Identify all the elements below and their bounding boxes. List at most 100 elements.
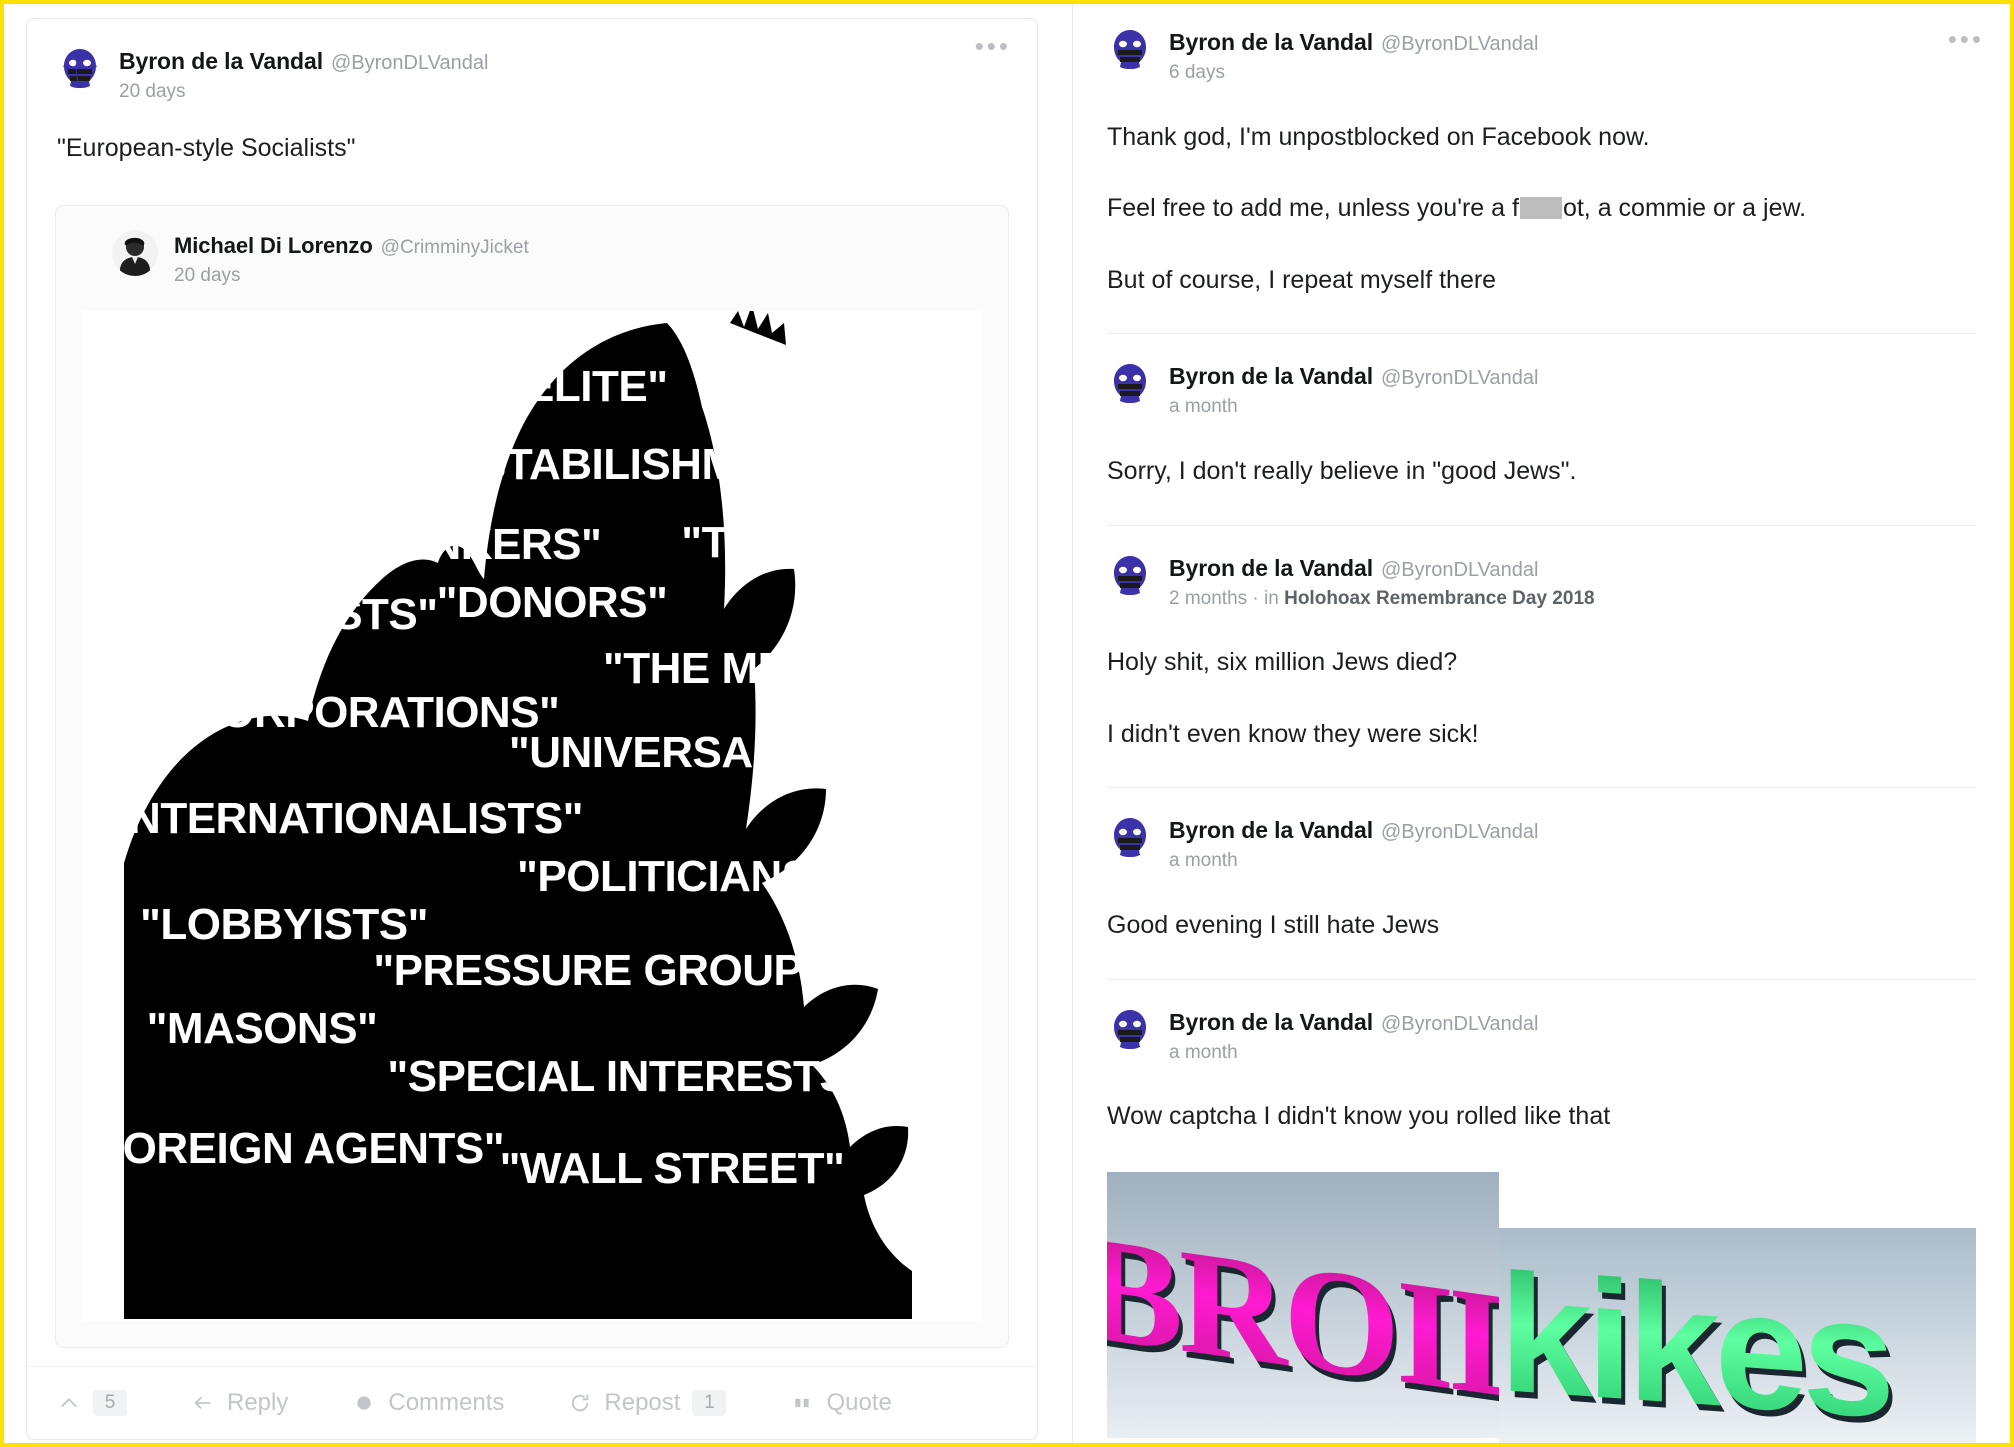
svg-text:"DONORS": "DONORS"	[437, 578, 668, 627]
svg-text:"INTERNATIONALISTS": "INTERNATIONALISTS"	[97, 794, 583, 843]
avatar[interactable]	[1107, 360, 1153, 407]
main-post-card[interactable]: ••• Byron de la Vandal @ByronDLVandal 20…	[26, 18, 1038, 1441]
display-name[interactable]: Byron de la Vandal	[1169, 29, 1373, 55]
timestamp-with-group: 2 months · in Holohoax Remembrance Day 2…	[1169, 587, 1595, 611]
captcha-word-1-panel: BROIL BROIL	[1107, 1171, 1499, 1438]
post-header: Byron de la Vandal @ByronDLVandal a month	[1107, 814, 1976, 873]
author-line: Michael Di Lorenzo @CrimminyJicket	[174, 232, 529, 260]
timestamp[interactable]: a month	[1169, 1041, 1538, 1065]
redacted-suffix: ot, a commie or a jew.	[1562, 194, 1807, 223]
chevron-up-icon	[57, 1391, 81, 1415]
display-name[interactable]: Byron de la Vandal	[119, 48, 323, 74]
repost-button[interactable]: Repost 1	[568, 1389, 727, 1417]
timestamp[interactable]: 2 months	[1169, 588, 1247, 609]
handle[interactable]: @ByronDLVandal	[1381, 1013, 1538, 1035]
handle[interactable]: @ByronDLVandal	[1381, 821, 1538, 843]
context-prefix: · in	[1247, 587, 1285, 609]
post-header: Byron de la Vandal @ByronDLVandal a month	[1107, 1005, 1976, 1065]
author-line: Byron de la Vandal @ByronDLVandal	[1169, 554, 1595, 583]
author-names: Byron de la Vandal @ByronDLVandal a month	[1169, 814, 1538, 873]
handle[interactable]: @ByronDLVandal	[1381, 33, 1538, 55]
author-names: Byron de la Vandal @ByronDLVandal 20 days	[119, 45, 488, 104]
svg-text:"LOBBYISTS": "LOBBYISTS"	[140, 900, 428, 949]
author-names: Byron de la Vandal @ByronDLVandal a month	[1169, 1006, 1538, 1065]
author-line: Byron de la Vandal @ByronDLVandal	[1169, 816, 1538, 845]
timestamp[interactable]: 6 days	[1169, 61, 1538, 85]
attached-image[interactable]: "THE ELITE" "THE ESTABILISHMENT" "BANKER…	[82, 311, 982, 1322]
display-name[interactable]: Byron de la Vandal	[1169, 1009, 1373, 1035]
quoted-post[interactable]: Michael Di Lorenzo @CrimminyJicket 20 day…	[55, 204, 1009, 1349]
post-paragraph: I didn't even know they were sick!	[1107, 719, 1479, 748]
more-options-icon[interactable]: •••	[975, 33, 1011, 59]
feed-post[interactable]: Byron de la Vandal @ByronDLVandal a month…	[1073, 788, 2010, 980]
attached-captcha-image[interactable]: BROIL BROIL kikes kikes	[1107, 1171, 1976, 1443]
avatar[interactable]	[1107, 551, 1153, 598]
avatar[interactable]	[112, 229, 158, 276]
more-options-icon[interactable]: •••	[1948, 26, 1984, 52]
svg-text:"WALL STREET": "WALL STREET"	[500, 1144, 845, 1193]
repost-label: Repost	[604, 1389, 681, 1417]
post-paragraph: But of course, I repeat myself there	[1107, 265, 1497, 294]
post-text: "European-style Socialists"	[57, 133, 356, 162]
handle[interactable]: @ByronDLVandal	[1381, 367, 1538, 389]
timestamp[interactable]: a month	[1169, 395, 1538, 419]
svg-text:"FOREIGN AGENTS": "FOREIGN AGENTS"	[82, 1124, 504, 1173]
post-paragraph: Good evening I still hate Jews	[1107, 911, 1440, 939]
feed-post[interactable]: Byron de la Vandal @ByronDLVandal a month…	[1073, 334, 2010, 526]
redaction-block	[1519, 197, 1562, 220]
display-name[interactable]: Michael Di Lorenzo	[174, 233, 373, 258]
timestamp[interactable]: a month	[1169, 849, 1538, 873]
author-names: Michael Di Lorenzo @CrimminyJicket 20 day…	[174, 230, 529, 288]
author-line: Byron de la Vandal @ByronDLVandal	[1169, 28, 1538, 57]
reply-button[interactable]: Reply	[191, 1389, 288, 1417]
reply-label: Reply	[227, 1389, 289, 1417]
feed-post[interactable]: Byron de la Vandal @ByronDLVandal a month…	[1073, 980, 2010, 1443]
post-body: Good evening I still hate Jews	[1107, 873, 1976, 945]
timestamp[interactable]: 20 days	[119, 80, 488, 104]
group-name[interactable]: Holohoax Remembrance Day 2018	[1284, 588, 1594, 609]
main-post-header: Byron de la Vandal @ByronDLVandal 20 days	[27, 45, 1037, 104]
comments-button[interactable]: Comments	[352, 1389, 504, 1417]
post-body: Sorry, I don't really believe in "good J…	[1107, 419, 1976, 491]
timestamp[interactable]: 20 days	[174, 264, 529, 288]
svg-text:kikes: kikes	[1499, 1238, 1889, 1443]
post-header: Byron de la Vandal @ByronDLVandal 6 days	[1107, 26, 1976, 85]
post-body: Thank god, I'm unpostblocked on Facebook…	[1107, 85, 1976, 300]
post-paragraph: Wow captcha I didn't know you rolled lik…	[1107, 1102, 1611, 1131]
post-paragraph: Holy shit, six million Jews died?	[1107, 648, 1458, 677]
svg-text:"THE 1%": "THE 1%"	[681, 518, 883, 567]
svg-text:"PRESSURE GROUP": "PRESSURE GROUP"	[373, 946, 822, 995]
post-paragraph: Sorry, I don't really believe in "good J…	[1107, 457, 1577, 485]
feed-post[interactable]: ••• Byron de la Vandal @ByronDLVandal 6 …	[1073, 4, 2010, 335]
svg-text:"SPECIAL INTERESTS": "SPECIAL INTERESTS"	[387, 1052, 868, 1101]
svg-text:"THE MEDIA": "THE MEDIA"	[603, 644, 881, 693]
display-name[interactable]: Byron de la Vandal	[1169, 817, 1373, 843]
handle[interactable]: @CrimminyJicket	[381, 237, 529, 258]
avatar[interactable]	[1107, 1005, 1153, 1052]
redacted-prefix: Feel free to add me, unless you're a f	[1107, 194, 1519, 223]
avatar[interactable]	[1107, 26, 1153, 72]
post-action-bar: 5 Reply Comments Repost 1 Quote	[27, 1366, 1037, 1439]
handle[interactable]: @ByronDLVandal	[331, 52, 488, 74]
avatar[interactable]	[1107, 814, 1153, 861]
post-paragraph: Thank god, I'm unpostblocked on Facebook…	[1107, 122, 1650, 151]
svg-text:"POLITICIANS": "POLITICIANS"	[517, 852, 831, 901]
repost-icon	[568, 1391, 592, 1415]
screenshot-frame: ••• Byron de la Vandal @ByronDLVandal 20…	[0, 0, 2014, 1447]
svg-text:"CORPORATIONS": "CORPORATIONS"	[169, 688, 560, 737]
svg-text:"UNIVERSALISTS": "UNIVERSALISTS"	[509, 728, 895, 777]
display-name[interactable]: Byron de la Vandal	[1169, 555, 1373, 581]
comment-bubble-icon	[352, 1391, 376, 1415]
svg-text:"THE ELITE": "THE ELITE"	[406, 362, 667, 411]
post-header: Byron de la Vandal @ByronDLVandal a month	[1107, 360, 1976, 419]
avatar[interactable]	[57, 45, 103, 91]
author-line: Byron de la Vandal @ByronDLVandal	[1169, 1008, 1538, 1037]
display-name[interactable]: Byron de la Vandal	[1169, 363, 1373, 389]
post-body: Holy shit, six million Jews died? I didn…	[1107, 610, 1976, 753]
feed-post[interactable]: Byron de la Vandal @ByronDLVandal 2 month…	[1073, 526, 2010, 789]
upvote-button[interactable]: 5	[57, 1390, 127, 1417]
author-line: Byron de la Vandal @ByronDLVandal	[1169, 362, 1538, 391]
quote-button[interactable]: Quote	[790, 1389, 892, 1417]
handle[interactable]: @ByronDLVandal	[1381, 559, 1538, 581]
svg-text:"BANKERS": "BANKERS"	[347, 520, 602, 569]
